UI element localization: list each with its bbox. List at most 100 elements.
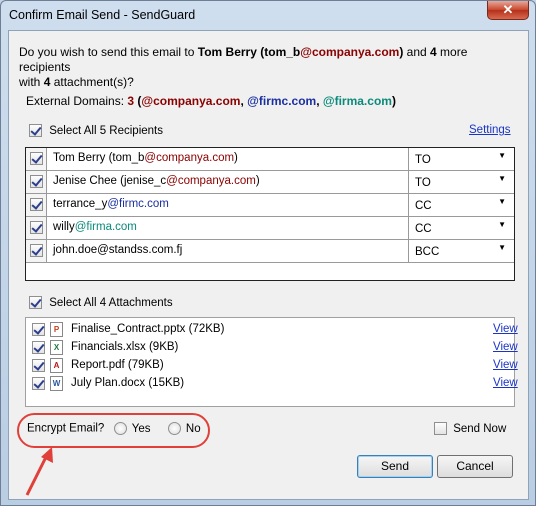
encrypt-email-label: Encrypt Email?	[27, 422, 105, 435]
annotation-arrow-icon	[25, 447, 53, 496]
encrypt-no-label: No	[185, 422, 201, 435]
external-domains-paren: )	[391, 94, 396, 108]
question-text: Do you wish to send this email to	[19, 45, 198, 59]
recipient-user: Tom Berry (tom_b	[53, 152, 145, 164]
recipient-checkbox[interactable]	[30, 244, 43, 257]
attachment-item[interactable]: W July Plan.docx (15KB) View	[30, 375, 518, 393]
view-attachment-link[interactable]: View	[493, 377, 518, 389]
encrypt-yes-label: Yes	[131, 422, 151, 435]
powerpoint-file-icon: P	[50, 322, 63, 337]
recipient-row[interactable]: terrance_y@firmc.com CC ▼	[26, 194, 514, 217]
recipient-type-dropdown[interactable]: TO ▼	[408, 148, 514, 170]
encrypt-yes-radio[interactable]	[113, 422, 127, 435]
recipient-type-value: CC	[415, 200, 432, 212]
recipient-type-dropdown[interactable]: CC ▼	[408, 217, 514, 239]
recipient-cell-check	[26, 194, 47, 216]
attachment-item[interactable]: A Report.pdf (79KB) View	[30, 357, 518, 375]
external-domains: External Domains: 3 (@companya.com, @fir…	[26, 94, 396, 108]
dialog-body: Do you wish to send this email to Tom Be…	[8, 30, 529, 500]
attachment-item[interactable]: P Finalise_Contract.pptx (72KB) View	[30, 321, 518, 339]
select-all-attachments-checkbox[interactable]	[29, 296, 42, 309]
question-text-attachments: attachment(s)?	[50, 75, 134, 89]
question-text-and: and	[403, 45, 431, 59]
send-now-option[interactable]: Send Now	[434, 422, 506, 435]
external-domains-label: External Domains:	[26, 94, 128, 108]
send-button[interactable]: Send	[357, 455, 433, 478]
recipient-row[interactable]: Jenise Chee (jenise_c@companya.com) TO ▼	[26, 171, 514, 194]
select-all-attachments[interactable]: Select All 4 Attachments	[29, 296, 173, 309]
recipient-checkbox[interactable]	[30, 152, 43, 165]
recipient-address: terrance_y@firmc.com	[53, 198, 169, 210]
recipient-domain: @companya.com	[166, 175, 256, 187]
attachment-name: Finalise_Contract.pptx (72KB)	[71, 323, 225, 335]
select-all-recipients[interactable]: Select All 5 Recipients	[29, 124, 163, 137]
primary-recipient-user: (tom_b	[256, 45, 301, 59]
external-domain-sep: ,	[316, 94, 323, 108]
recipient-user: terrance_y	[53, 198, 108, 210]
recipient-type-dropdown[interactable]: TO ▼	[408, 171, 514, 193]
external-domain-2: @firmc.com	[247, 94, 317, 108]
recipient-checkbox[interactable]	[30, 175, 43, 188]
attachment-checkbox[interactable]	[32, 359, 45, 372]
close-icon: ✕	[502, 2, 514, 17]
dropdown-arrow-icon: ▼	[498, 243, 506, 252]
excel-file-icon: X	[50, 340, 63, 355]
primary-recipient-domain: @companya.com	[300, 45, 400, 59]
attachment-item[interactable]: X Financials.xlsx (9KB) View	[30, 339, 518, 357]
recipient-address: john.doe@standss.com.fj	[53, 244, 182, 256]
recipient-address: Jenise Chee (jenise_c@companya.com)	[53, 175, 260, 187]
dialog-window: Confirm Email Send - SendGuard ✕ Do you …	[0, 0, 536, 506]
view-attachment-link[interactable]: View	[493, 341, 518, 353]
pdf-file-icon: A	[50, 358, 63, 373]
close-button[interactable]: ✕	[487, 1, 529, 20]
attachment-name: Financials.xlsx (9KB)	[71, 341, 179, 353]
encrypt-no-radio[interactable]	[167, 422, 181, 435]
external-domain-3: @firma.com	[322, 94, 392, 108]
recipient-domain: @firma.com	[74, 221, 137, 233]
recipient-paren: )	[255, 175, 260, 187]
recipient-type-dropdown[interactable]: CC ▼	[408, 194, 514, 216]
recipient-domain: @firmc.com	[107, 198, 169, 210]
recipient-checkbox[interactable]	[30, 221, 43, 234]
recipient-address: willy@firma.com	[53, 221, 137, 233]
attachments-list: P Finalise_Contract.pptx (72KB) View X F…	[25, 317, 518, 407]
external-domain-1: @companya.com	[141, 94, 241, 108]
dropdown-arrow-icon: ▼	[498, 151, 506, 160]
recipient-cell-check	[26, 148, 47, 170]
attachment-checkbox[interactable]	[32, 341, 45, 354]
recipient-type-dropdown[interactable]: BCC ▼	[408, 240, 514, 262]
cancel-button[interactable]: Cancel	[437, 455, 513, 478]
settings-link[interactable]: Settings	[469, 124, 511, 136]
recipient-checkbox[interactable]	[30, 198, 43, 211]
attachment-name: Report.pdf (79KB)	[71, 359, 164, 371]
window-title: Confirm Email Send - SendGuard	[9, 8, 196, 22]
view-attachment-link[interactable]: View	[493, 359, 518, 371]
send-now-checkbox[interactable]	[434, 422, 447, 435]
recipient-row[interactable]: willy@firma.com CC ▼	[26, 217, 514, 240]
recipient-cell-check	[26, 240, 47, 262]
dropdown-arrow-icon: ▼	[498, 197, 506, 206]
recipient-user: willy	[53, 221, 75, 233]
dropdown-arrow-icon: ▼	[498, 174, 506, 183]
confirmation-question: Do you wish to send this email to Tom Be…	[19, 45, 519, 90]
recipient-user: Jenise Chee (jenise_c	[53, 175, 167, 187]
word-file-icon: W	[50, 376, 63, 391]
title-bar[interactable]: Confirm Email Send - SendGuard ✕	[1, 1, 535, 29]
recipient-row[interactable]: john.doe@standss.com.fj BCC ▼	[26, 240, 514, 263]
attachment-name: July Plan.docx (15KB)	[71, 377, 185, 389]
attachment-checkbox[interactable]	[32, 323, 45, 336]
select-all-recipients-label: Select All 5 Recipients	[49, 124, 163, 137]
recipient-row[interactable]: Tom Berry (tom_b@companya.com) TO ▼	[26, 148, 514, 171]
primary-recipient-name: Tom Berry	[197, 45, 257, 59]
dropdown-arrow-icon: ▼	[498, 220, 506, 229]
recipient-domain: @companya.com	[144, 152, 235, 164]
select-all-recipients-checkbox[interactable]	[29, 124, 42, 137]
encrypt-email-group: Encrypt Email? Yes No	[27, 422, 201, 435]
select-all-attachments-label: Select All 4 Attachments	[49, 296, 173, 309]
view-attachment-link[interactable]: View	[493, 323, 518, 335]
attachment-checkbox[interactable]	[32, 377, 45, 390]
recipient-user: john.doe@standss.com.fj	[53, 244, 183, 256]
recipient-address: Tom Berry (tom_b@companya.com)	[53, 152, 238, 164]
send-now-label: Send Now	[453, 422, 507, 435]
recipient-cell-check	[26, 171, 47, 193]
